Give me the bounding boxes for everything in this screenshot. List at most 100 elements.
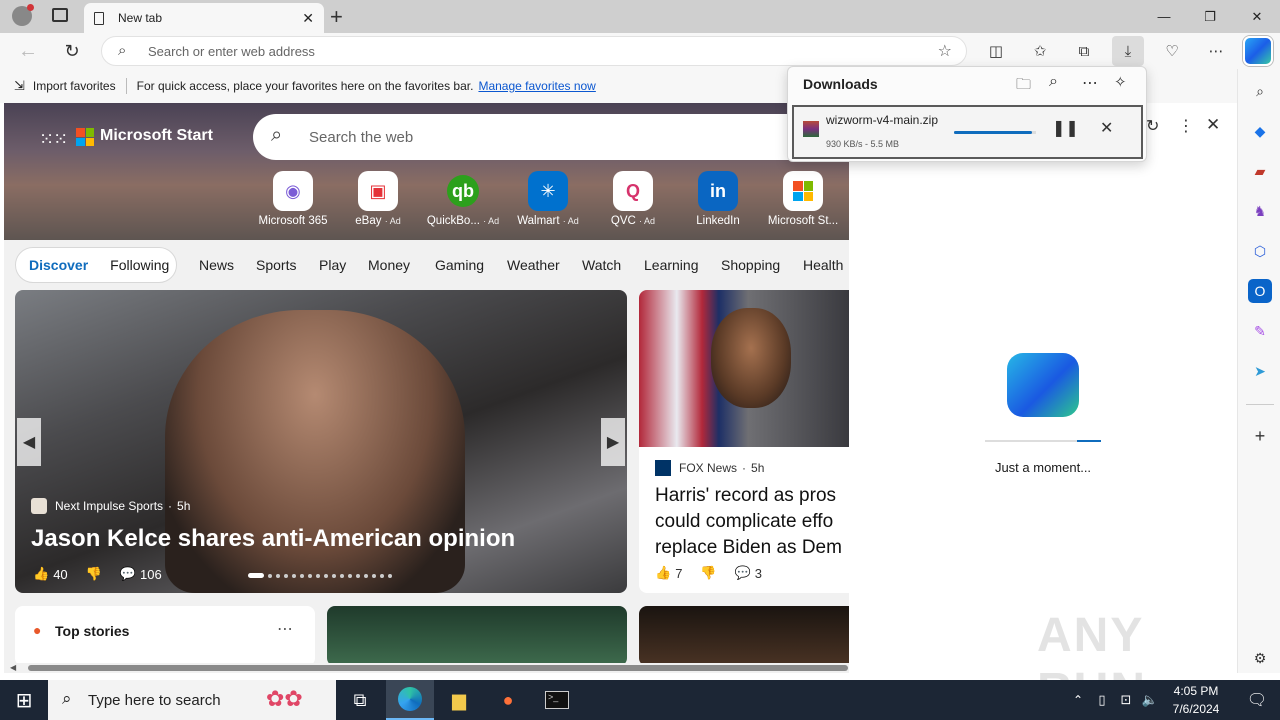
terminal-icon[interactable]: >_ <box>533 680 581 720</box>
quick-link-walmart[interactable]: ✳ Walmart · Ad <box>508 171 588 227</box>
like-icon[interactable]: 👍 <box>655 565 671 581</box>
dislike-icon[interactable]: 👎 <box>700 565 716 581</box>
open-folder-icon[interactable]: 🗀 <box>1016 74 1031 99</box>
import-favorites-button[interactable]: Import favorites <box>33 79 116 93</box>
manage-favorites-link[interactable]: Manage favorites now <box>478 79 595 93</box>
drop-icon[interactable]: ➤ <box>1248 359 1272 383</box>
pause-icon[interactable]: ❚❚ <box>1052 118 1079 138</box>
loading-text: Just a moment... <box>994 460 1092 475</box>
pin-icon[interactable]: ✧ <box>1114 73 1127 91</box>
nav-news[interactable]: News <box>199 257 234 273</box>
profile-icon[interactable] <box>12 4 34 26</box>
refresh-icon[interactable]: ↻ <box>56 36 88 66</box>
volume-icon[interactable]: 🔈 <box>1138 680 1162 720</box>
nav-money[interactable]: Money <box>368 257 410 273</box>
quick-link-ebay[interactable]: ▣ eBay · Ad <box>338 171 418 227</box>
hero-news-card[interactable]: ◀ ▶ Next Impulse Sports · 5h Jason Kelce s… <box>15 290 627 593</box>
nav-gaming[interactable]: Gaming <box>435 257 484 273</box>
search-icon[interactable]: ⌕ <box>1248 79 1272 103</box>
microsoft-365-icon: ◉ <box>273 171 313 211</box>
new-tab-icon[interactable]: + <box>330 4 343 30</box>
task-view-icon[interactable]: ⧉ <box>336 680 384 720</box>
search-icon[interactable]: ⌕ <box>1049 73 1058 91</box>
copilot-icon[interactable] <box>1243 36 1273 66</box>
news-headline[interactable]: Harris' record as pros could complicate … <box>655 483 849 561</box>
tab-actions-icon[interactable] <box>52 8 68 22</box>
carousel-prev-icon[interactable]: ◀ <box>17 418 41 466</box>
close-tab-icon[interactable]: ✕ <box>302 10 314 27</box>
horizontal-scrollbar[interactable]: ◀ <box>4 663 849 673</box>
more-options-icon[interactable]: ⋯ <box>1082 73 1098 93</box>
screen: New tab ✕ + — ❐ ✕ ← ↻ ⌕ Search or enter … <box>0 0 1280 720</box>
network-icon[interactable]: ⊡ <box>1114 680 1138 720</box>
zip-file-icon <box>803 121 819 137</box>
show-hidden-icons[interactable]: ⌃ <box>1066 680 1090 720</box>
nav-shopping[interactable]: Shopping <box>721 257 780 273</box>
cancel-download-icon[interactable]: ✕ <box>1100 118 1113 138</box>
nav-sports[interactable]: Sports <box>256 257 296 273</box>
news-headline[interactable]: Jason Kelce shares anti-American opinion <box>31 525 515 553</box>
settings-more-icon[interactable]: ⋯ <box>1200 36 1232 66</box>
nav-health[interactable]: Health <box>803 257 843 273</box>
downloads-icon[interactable]: ⤓ <box>1112 36 1144 66</box>
refresh-icon[interactable]: ↻ <box>1146 116 1159 136</box>
quick-link-linkedin[interactable]: in LinkedIn <box>678 171 758 227</box>
like-icon[interactable]: 👍 <box>33 566 49 582</box>
games-icon[interactable]: ♞ <box>1248 199 1272 223</box>
close-pane-icon[interactable]: ✕ <box>1206 115 1220 135</box>
web-search-input[interactable]: ⌕ Search the web <box>253 114 849 160</box>
tab-new-tab[interactable]: New tab ✕ <box>84 3 324 33</box>
quick-link-qvc[interactable]: Q QVC · Ad <box>593 171 673 227</box>
taskbar-search[interactable]: ⌕ Type here to search ✿✿ <box>48 680 336 720</box>
scrollbar-thumb[interactable] <box>28 665 848 671</box>
file-explorer-icon[interactable]: ▆ <box>435 680 483 720</box>
reaction-bar: 👍 7 👎 💬 3 <box>655 565 762 581</box>
dislike-icon[interactable]: 👎 <box>86 566 102 582</box>
microsoft-365-icon[interactable]: ⬡ <box>1248 239 1272 263</box>
download-item[interactable]: wizworm-v4-main.zip 930 KB/s - 5.5 MB ❚❚… <box>792 105 1143 159</box>
brand-title[interactable]: Microsoft Start <box>100 127 213 145</box>
sidebar-settings-icon[interactable]: ⚙ <box>1248 646 1272 670</box>
minimize-icon[interactable]: — <box>1141 0 1187 33</box>
back-icon[interactable]: ← <box>12 36 44 66</box>
designer-icon[interactable]: ✎ <box>1248 319 1272 343</box>
favorites-icon[interactable]: ✩ <box>1024 36 1056 66</box>
nav-weather[interactable]: Weather <box>507 257 560 273</box>
clock[interactable]: 4:05 PM 7/6/2024 <box>1160 682 1232 718</box>
nav-watch[interactable]: Watch <box>582 257 621 273</box>
outlook-icon[interactable]: O <box>1248 279 1272 303</box>
add-icon[interactable]: + <box>1248 424 1272 448</box>
edge-taskbar-icon[interactable] <box>386 680 434 720</box>
shopping-icon[interactable]: ◆ <box>1248 119 1272 143</box>
news-card-thumbnail[interactable] <box>639 606 849 663</box>
more-options-icon[interactable]: ⋮ <box>1178 116 1194 136</box>
firefox-icon[interactable]: ● <box>484 680 532 720</box>
tab-discover[interactable]: Discover <box>29 257 88 273</box>
tools-icon[interactable]: ▰ <box>1248 159 1272 183</box>
side-news-card[interactable]: FOX News · 5h Harris' record as pros could… <box>639 290 849 593</box>
nav-learning[interactable]: Learning <box>644 257 699 273</box>
favorite-star-icon[interactable]: ☆ <box>938 41 952 61</box>
nav-play[interactable]: Play <box>319 257 346 273</box>
comment-icon[interactable]: 💬 <box>735 565 751 581</box>
quick-link-microsoft-365[interactable]: ◉ Microsoft 365 <box>253 171 333 227</box>
notifications-icon[interactable]: 🗨 <box>1234 680 1280 720</box>
address-bar[interactable]: ⌕ Search or enter web address ☆ <box>101 36 967 66</box>
apps-grid-icon[interactable]: ⁙⁙ <box>39 129 68 150</box>
battery-icon[interactable]: ▯ <box>1090 680 1114 720</box>
carousel-next-icon[interactable]: ▶ <box>601 418 625 466</box>
comment-icon[interactable]: 💬 <box>120 566 136 582</box>
restore-icon[interactable]: ❐ <box>1187 0 1233 33</box>
browser-essentials-icon[interactable]: ♡ <box>1156 36 1188 66</box>
quick-link-microsoft-store[interactable]: Microsoft St... <box>763 171 843 227</box>
download-file-name[interactable]: wizworm-v4-main.zip <box>826 113 938 127</box>
collections-icon[interactable]: ⧉ <box>1068 36 1100 66</box>
more-options-icon[interactable]: ⋯ <box>277 619 293 639</box>
tab-following[interactable]: Following <box>110 257 169 273</box>
close-window-icon[interactable]: ✕ <box>1234 0 1280 33</box>
start-icon[interactable]: ⊞ <box>0 680 48 720</box>
split-screen-icon[interactable]: ◫ <box>980 36 1012 66</box>
quick-link-quickbooks[interactable]: qb QuickBo... · Ad <box>423 171 503 227</box>
news-card-thumbnail[interactable] <box>327 606 627 663</box>
comment-count: 3 <box>754 565 763 581</box>
